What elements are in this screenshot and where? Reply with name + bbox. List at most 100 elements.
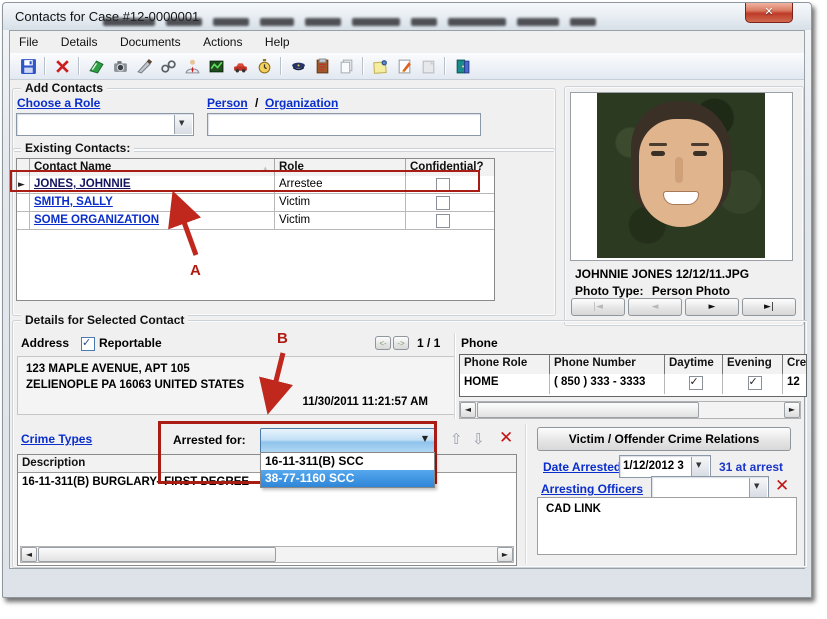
redacted-blob [570,18,596,26]
photo-previous-button[interactable]: ◄ [628,298,682,316]
photo-next-button[interactable]: ► [685,298,739,316]
address-next-button[interactable]: -> [393,336,409,350]
sticky-note-icon[interactable] [369,56,391,76]
arrested-for-combobox[interactable]: ▼ [260,428,435,454]
knife-icon[interactable] [133,56,155,76]
move-up-icon[interactable]: ⇧ [450,429,463,449]
menu-file[interactable]: File [10,31,47,49]
chevron-down-icon[interactable] [691,457,709,476]
role-select[interactable] [16,113,194,136]
menu-help[interactable]: Help [256,31,299,49]
organization-link[interactable]: Organization [265,96,338,110]
photo-brow [691,143,709,146]
menu-documents[interactable]: Documents [111,31,190,49]
toolbar-separator [280,57,282,75]
phone-daytime-cell [665,374,723,394]
column-header-role[interactable]: Role [275,159,406,176]
delete-icon[interactable] [51,56,73,76]
camera-icon[interactable] [109,56,131,76]
chart-icon[interactable] [205,56,227,76]
arresting-officers-link[interactable]: Arresting Officers [541,482,643,496]
client-area: File Details Documents Actions Help [9,30,805,569]
reportable-checkbox[interactable] [81,337,95,351]
scroll-left-icon[interactable]: ◄ [21,547,37,562]
date-arrested-picker[interactable]: 1/12/2012 3 [619,455,711,478]
photo-last-button[interactable]: ►| [742,298,796,316]
table-row-contact-name[interactable]: SMITH, SALLY [30,194,275,212]
save-icon[interactable] [17,56,39,76]
grid-corner [17,159,30,176]
table-row-confidential [406,176,494,194]
officer-cap-icon[interactable] [287,56,309,76]
confidential-checkbox[interactable] [436,178,450,192]
description-scrollbar[interactable]: ◄ ► [20,546,514,563]
watch-icon[interactable] [253,56,275,76]
delete-officer-icon[interactable]: ✕ [775,477,789,495]
confidential-checkbox[interactable] [436,214,450,228]
phone-table: Phone Role Phone Number Daytime Evening … [459,354,807,397]
menu-actions[interactable]: Actions [194,31,251,49]
chevron-down-icon[interactable] [174,115,192,134]
copy-documents-icon[interactable] [335,56,357,76]
choose-role-link[interactable]: Choose a Role [17,96,100,110]
delete-crime-icon[interactable]: ✕ [499,429,513,447]
row-gutter [17,212,30,230]
handcuffs-icon[interactable] [157,56,179,76]
clipboard-icon[interactable] [311,56,333,76]
redacted-menu-strip [103,18,607,27]
phone-scrollbar[interactable]: ◄ ► [459,401,801,419]
column-header-contact-name[interactable]: Contact Name [30,159,275,176]
toolbar [10,53,804,80]
arresting-officers-combobox[interactable] [651,476,769,499]
column-header-confidential[interactable]: Confidential? [406,159,494,176]
scroll-right-icon[interactable]: ► [497,547,513,562]
table-row-contact-name[interactable]: SOME ORGANIZATION [30,212,275,230]
phone-label: Phone [461,336,498,350]
chevron-down-icon[interactable] [749,478,767,497]
scrollbar-thumb[interactable] [477,402,699,418]
reportable-label: Reportable [99,336,162,350]
app-window: Contacts for Case #12-0000001 ✕ File Det… [2,2,812,598]
cad-link-text: CAD LINK [546,503,601,515]
exit-door-icon[interactable] [451,56,473,76]
close-button[interactable]: ✕ [745,3,793,23]
vehicle-icon[interactable] [229,56,251,76]
arrested-for-label: Arrested for: [173,433,246,447]
photo-smile [663,191,699,205]
annotation-label-a: A [190,262,201,279]
phone-number-value: ( 850 ) 333 - 3333 [550,374,665,394]
scrollbar-thumb[interactable] [38,547,276,562]
scroll-right-icon[interactable]: ► [784,402,800,418]
person-link[interactable]: Person [207,96,248,110]
move-down-icon[interactable]: ⇩ [472,429,485,449]
note-disabled-icon [417,56,439,76]
chevron-down-icon[interactable]: ▼ [422,434,428,443]
person-org-input[interactable] [207,113,481,136]
table-row-contact-name[interactable]: JONES, JOHNNIE [30,176,275,194]
photo-first-button[interactable]: |◄ [571,298,625,316]
redacted-blob [517,18,559,26]
dropdown-option-selected[interactable]: 38-77-1160 SCC [261,470,434,487]
cad-link-box[interactable]: CAD LINK [537,497,797,555]
redacted-blob [305,18,341,26]
table-row-role: Arrestee [275,176,406,194]
victim-offender-button[interactable]: Victim / Offender Crime Relations [537,427,791,451]
menu-details[interactable]: Details [52,31,107,49]
evening-checkbox[interactable] [748,376,762,390]
phone-col-role: Phone Role [460,355,550,374]
crime-types-link[interactable]: Crime Types [21,432,92,446]
scroll-left-icon[interactable]: ◄ [460,402,476,418]
confidential-checkbox[interactable] [436,196,450,210]
edit-icon[interactable] [393,56,415,76]
dropdown-option[interactable]: 16-11-311(B) SCC [261,453,434,470]
photo-panel: JOHNNIE JONES 12/12/11.JPG Photo Type: P… [564,86,804,326]
address-book-icon[interactable] [85,56,107,76]
date-arrested-link[interactable]: Date Arrested [543,460,621,474]
table-row-confidential [406,194,494,212]
contact-photo [597,93,765,258]
daytime-checkbox[interactable] [689,376,703,390]
suspect-icon[interactable] [181,56,203,76]
address-prev-button[interactable]: <- [375,336,391,350]
photo-eye [693,151,707,156]
toolbar-separator [444,57,446,75]
